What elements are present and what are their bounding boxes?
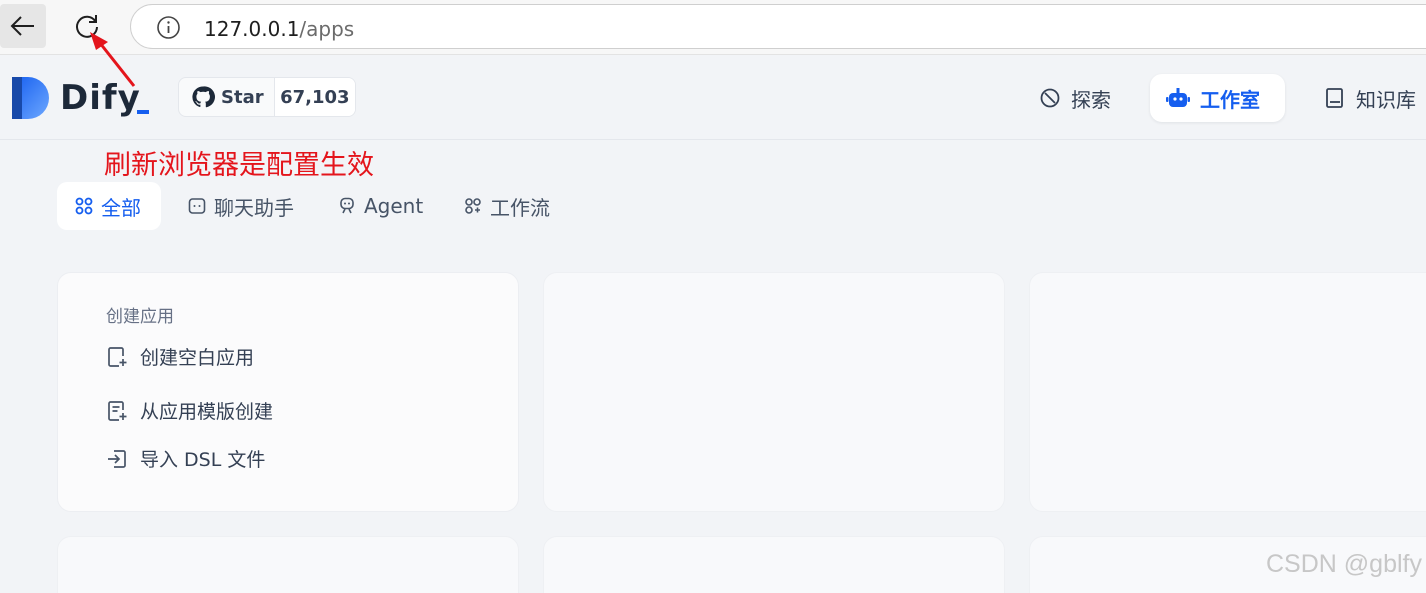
robot-icon (1166, 88, 1190, 107)
github-star-count: 67,103 (273, 78, 355, 116)
create-from-template-button[interactable]: 从应用模版创建 (106, 397, 273, 424)
file-plus-icon (108, 346, 127, 367)
grid-icon (75, 197, 93, 215)
github-star-label: Star (221, 86, 264, 108)
nav-explore[interactable]: 探索 (1023, 74, 1127, 122)
url-text[interactable]: 127.0.0.1/apps (204, 17, 354, 41)
tab-all[interactable]: 全部 (57, 182, 161, 230)
create-blank-app-label: 创建空白应用 (140, 347, 255, 369)
app-card-placeholder (1029, 272, 1426, 512)
tab-chat-label: 聊天助手 (214, 195, 294, 220)
chat-bubble-icon (188, 198, 206, 214)
nav-knowledge[interactable]: 知识库 (1308, 74, 1426, 122)
logo-text[interactable]: Dify (60, 78, 141, 118)
nav-studio[interactable]: 工作室 (1150, 74, 1285, 122)
book-icon (1326, 88, 1343, 108)
arrow-left-icon (10, 16, 34, 36)
github-icon (192, 86, 215, 108)
back-button[interactable] (0, 4, 46, 48)
tab-agent[interactable]: Agent (320, 182, 441, 230)
address-bar[interactable]: 127.0.0.1/apps (130, 4, 1426, 49)
import-icon (108, 449, 126, 468)
create-app-title: 创建应用 (106, 307, 174, 327)
nav-knowledge-label: 知识库 (1356, 87, 1416, 112)
url-path: /apps (299, 17, 355, 41)
tab-agent-label: Agent (364, 194, 424, 218)
template-plus-icon (108, 400, 127, 421)
import-dsl-label: 导入 DSL 文件 (140, 449, 266, 471)
app-card-placeholder (543, 272, 1005, 512)
workflow-icon (465, 198, 481, 214)
url-host: 127.0.0.1 (204, 17, 300, 41)
app-card-placeholder (57, 536, 519, 593)
agent-icon (340, 197, 354, 214)
app-header: Dify Star 67,103 探索 工作室 知识库 (0, 56, 1426, 140)
browser-toolbar: 127.0.0.1/apps (0, 0, 1426, 55)
annotation-text: 刷新浏览器是配置生效 (104, 150, 374, 181)
dify-logo-icon[interactable] (12, 77, 50, 119)
import-dsl-button[interactable]: 导入 DSL 文件 (106, 445, 265, 472)
create-app-card: 创建应用 创建空白应用 从应用模版创建 导入 DSL 文件 (57, 272, 519, 512)
tab-workflow-label: 工作流 (490, 195, 550, 220)
watermark: CSDN @gblfy (1266, 550, 1422, 578)
nav-explore-label: 探索 (1071, 87, 1111, 112)
tab-workflow[interactable]: 工作流 (446, 182, 568, 230)
nav-studio-label: 工作室 (1200, 87, 1260, 112)
create-blank-app-button[interactable]: 创建空白应用 (106, 343, 254, 370)
logo-underscore (137, 110, 149, 114)
tab-chat-assistant[interactable]: 聊天助手 (170, 182, 312, 230)
app-card-placeholder (543, 536, 1005, 593)
info-circle-icon[interactable] (156, 15, 181, 40)
tab-all-label: 全部 (101, 195, 141, 220)
github-star-button[interactable]: Star 67,103 (178, 77, 356, 117)
compass-icon (1040, 88, 1060, 108)
create-from-template-label: 从应用模版创建 (140, 401, 274, 423)
